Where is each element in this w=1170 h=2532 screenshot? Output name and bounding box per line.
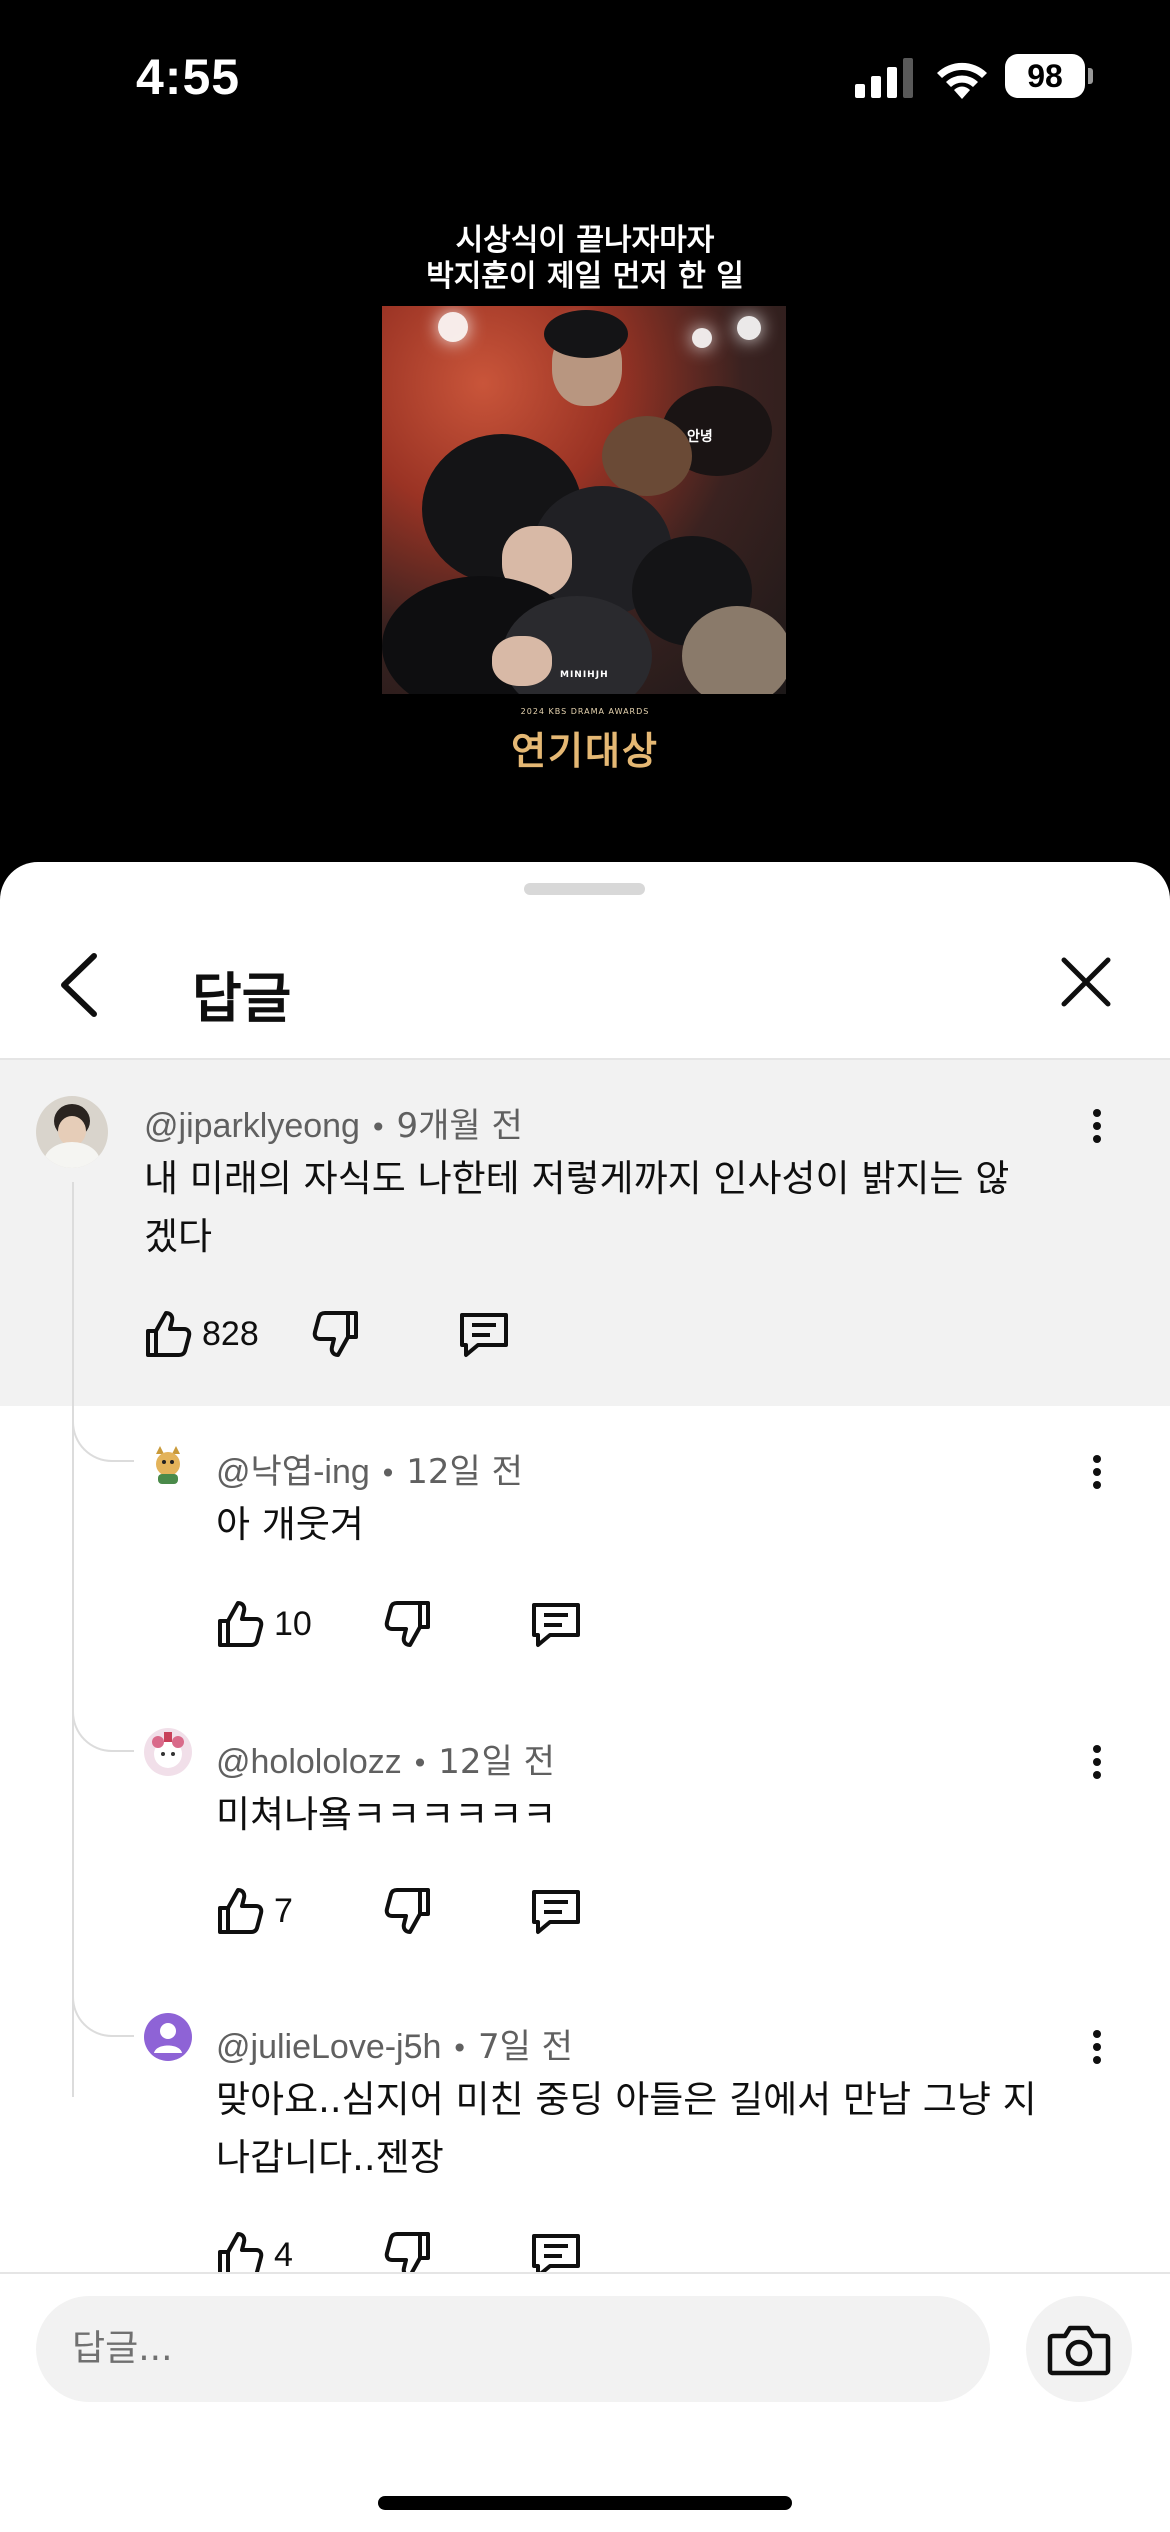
like-count: 4 [274, 2235, 293, 2273]
award-title: 연기대상 [511, 729, 659, 773]
comment-time: 12일 전 [438, 1742, 555, 1782]
dislike-button[interactable] [384, 1881, 432, 1941]
reply-composer: 답글... [0, 2272, 1170, 2532]
avatar[interactable] [36, 1096, 108, 1168]
like-button[interactable]: 7 [216, 1881, 293, 1941]
status-time: 4:55 [136, 49, 241, 105]
avatar[interactable] [144, 2013, 192, 2061]
comment-text: 내 미래의 자식도 나한테 저렇게까지 인사성이 밝지는 않 겠다 [144, 1157, 1010, 1258]
thumbs-up-icon [218, 2232, 264, 2272]
video-bubble-text: 안녕 [687, 429, 713, 445]
battery-icon: 98 [1005, 54, 1093, 98]
close-button[interactable] [1058, 954, 1114, 1010]
reply-icon [532, 1890, 580, 1934]
more-options-icon[interactable] [1082, 1104, 1112, 1154]
reply-icon [532, 2234, 580, 2272]
more-options-icon[interactable] [1082, 1740, 1112, 1790]
camera-icon [1047, 2325, 1111, 2376]
dislike-button[interactable] [312, 1304, 360, 1364]
reply-button[interactable] [530, 2225, 582, 2272]
like-button[interactable]: 10 [216, 1594, 312, 1654]
camera-button[interactable] [1026, 2296, 1132, 2402]
more-options-icon[interactable] [1082, 2025, 1112, 2075]
comment-text: 맞아요..심지어 미친 중딩 아들은 길에서 만남 그냥 지 나갑니다..젠장 [216, 2078, 1037, 2179]
comment-author[interactable]: @낙엽-ing [216, 1453, 370, 1491]
video-caption-line2: 박지훈이 제일 먼저 한 일 [426, 259, 744, 294]
reply-comment: @낙엽-ing • 12일 전 아 개웃겨 10 [0, 1406, 1170, 1696]
reply-button[interactable] [530, 1594, 582, 1654]
thumbs-down-icon [384, 2232, 430, 2272]
video-player[interactable]: 시상식이 끝나자마자 박지훈이 제일 먼저 한 일 안녕 MINIHJH 202… [0, 150, 1170, 865]
comment-text: 아 개웃겨 [216, 1503, 364, 1546]
reply-input[interactable]: 답글... [36, 2296, 990, 2402]
comment-text: 미쳐나욬ㅋㅋㅋㅋㅋㅋ [216, 1793, 557, 1836]
comment-author[interactable]: @holololozz [216, 1743, 402, 1781]
dislike-button[interactable] [384, 1594, 432, 1654]
comment-list[interactable]: @jiparklyeong • 9개월 전 내 미래의 자식도 나한테 저렇게까지 … [0, 1060, 1170, 2272]
more-options-icon[interactable] [1082, 1450, 1112, 1500]
comment-author[interactable]: @jiparklyeong [144, 1107, 360, 1145]
like-count: 10 [274, 1604, 312, 1643]
video-watermark: MINIHJH [560, 670, 609, 680]
reply-button[interactable] [530, 1881, 582, 1941]
comment-author[interactable]: @julieLove-j5h [216, 2028, 441, 2066]
cellular-signal-icon [855, 58, 913, 98]
page-title: 답글 [192, 967, 292, 1030]
comment-time: 12일 전 [406, 1452, 523, 1492]
like-button[interactable]: 4 [216, 2225, 293, 2272]
avatar[interactable] [146, 1442, 190, 1486]
comment-time: 9개월 전 [396, 1106, 523, 1146]
reply-button[interactable] [458, 1304, 510, 1364]
reply-comment: @holololozz • 12일 전 미쳐나욬ㅋㅋㅋㅋㅋㅋ 7 [0, 1696, 1170, 1981]
thumbs-down-icon [312, 1311, 358, 1357]
avatar[interactable] [144, 1728, 192, 1776]
home-indicator[interactable] [378, 2496, 792, 2510]
thumbs-down-icon [384, 1601, 430, 1647]
video-caption-line1: 시상식이 끝나자마자 [455, 223, 715, 258]
sheet-header: 답글 [0, 902, 1170, 1060]
parent-comment: @jiparklyeong • 9개월 전 내 미래의 자식도 나한테 저렇게까지 … [0, 1060, 1170, 1406]
wifi-icon [937, 62, 987, 99]
reply-icon [460, 1313, 508, 1357]
thumbs-up-icon [218, 1601, 264, 1647]
award-subtitle: 2024 KBS DRAMA AWARDS [520, 707, 650, 716]
reply-icon [532, 1603, 580, 1647]
back-button[interactable] [52, 950, 112, 1020]
like-button[interactable]: 828 [144, 1304, 259, 1364]
reply-comment: @julieLove-j5h • 7일 전 맞아요..심지어 미친 중딩 아들은 길… [0, 1981, 1170, 2272]
dislike-button[interactable] [384, 2225, 432, 2272]
comment-time: 7일 전 [477, 2027, 573, 2067]
status-bar: 4:55 98 [0, 0, 1170, 150]
thumbs-down-icon [384, 1888, 430, 1934]
video-frame: 안녕 MINIHJH [382, 306, 786, 694]
like-count: 7 [274, 1891, 293, 1930]
like-count: 828 [202, 1314, 259, 1353]
thumbs-up-icon [218, 1888, 264, 1934]
drag-handle[interactable] [524, 883, 645, 895]
battery-level: 98 [1005, 54, 1085, 98]
thumbs-up-icon [146, 1311, 192, 1357]
